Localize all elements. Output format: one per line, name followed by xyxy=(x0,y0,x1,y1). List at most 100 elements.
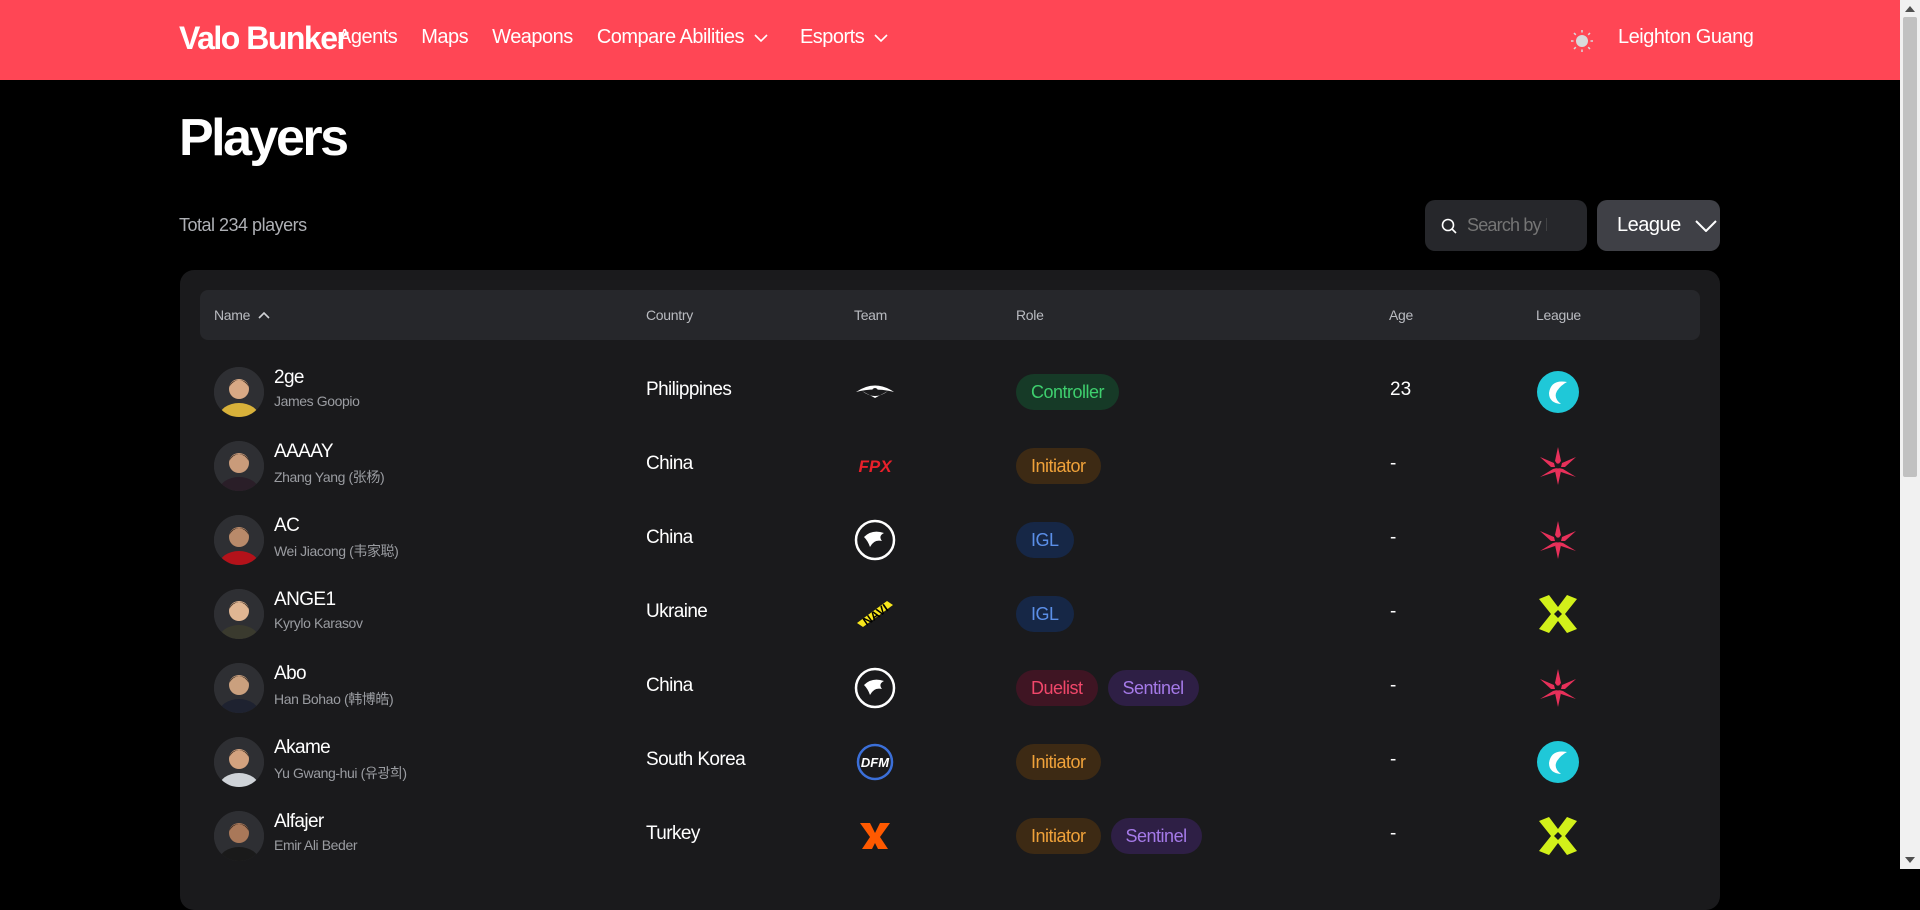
player-ign[interactable]: AC xyxy=(274,515,300,537)
player-roles: Controller xyxy=(1016,374,1120,410)
avatar xyxy=(214,589,264,639)
avatar xyxy=(214,663,264,713)
search-input[interactable] xyxy=(1465,214,1549,237)
player-age: - xyxy=(1390,823,1397,844)
table-row[interactable]: 2ge James Goopio Philippines Controller … xyxy=(180,355,1720,429)
player-roles: Initiator xyxy=(1016,448,1101,484)
player-real-name: Wei Jiacong (韦家聪) xyxy=(274,543,399,559)
emea-league-icon xyxy=(1537,815,1579,857)
league-filter-label: League xyxy=(1617,214,1681,236)
player-real-name: Kyrylo Karasov xyxy=(274,615,363,631)
nav-esports[interactable]: Esports xyxy=(800,26,888,49)
pacific-league-icon xyxy=(1537,741,1579,783)
player-ign[interactable]: AAAAY xyxy=(274,441,334,463)
dragon-logo-icon[interactable] xyxy=(854,519,896,561)
brand-logo[interactable]: Valo Bunker xyxy=(179,20,349,57)
avatar xyxy=(214,367,264,417)
nav-compare-abilities-label: Compare Abilities xyxy=(596,26,745,48)
player-roles: IGL xyxy=(1016,522,1074,558)
table-row[interactable]: Akame Yu Gwang-hui (유광희) South Korea DFM… xyxy=(180,725,1720,799)
role-badge: Initiator xyxy=(1016,818,1101,854)
top-navbar: Valo Bunker Agents Maps Weapons Compare … xyxy=(0,0,1900,80)
league-filter-dropdown[interactable]: League xyxy=(1597,200,1720,251)
chevron-down-icon xyxy=(874,33,888,42)
column-role-header[interactable]: Role xyxy=(1016,307,1044,323)
column-league-header[interactable]: League xyxy=(1536,307,1581,323)
player-roles: Duelist Sentinel xyxy=(1016,670,1199,706)
column-name-header[interactable]: Name xyxy=(214,307,270,323)
emea-league-icon xyxy=(1537,593,1579,635)
nav-compare-abilities[interactable]: Compare Abilities xyxy=(597,26,768,49)
players-table: Name Country Team Role Age League 2ge Ja… xyxy=(180,270,1720,910)
navi-logo-icon[interactable]: NAVI xyxy=(854,593,896,635)
column-name-label: Name xyxy=(214,307,251,323)
team-secret-logo-icon[interactable] xyxy=(854,371,896,413)
scrollbar-thumb[interactable] xyxy=(1903,17,1917,477)
player-country: Philippines xyxy=(646,379,732,400)
player-ign[interactable]: Alfajer xyxy=(274,811,324,833)
column-age-header[interactable]: Age xyxy=(1389,307,1413,323)
table-row[interactable]: ANGE1 Kyrylo Karasov Ukraine NAVI IGL - xyxy=(180,577,1720,651)
china-league-icon xyxy=(1537,519,1579,561)
player-ign[interactable]: Abo xyxy=(274,663,307,685)
page-title: Players xyxy=(179,109,349,167)
main-nav: Agents Maps Weapons Compare Abilities Es… xyxy=(338,26,912,49)
role-badge: Sentinel xyxy=(1107,670,1199,706)
player-roles: Initiator xyxy=(1016,744,1101,780)
table-row[interactable]: AAAAY Zhang Yang (张杨) China FPX Initiato… xyxy=(180,429,1720,503)
nav-maps[interactable]: Maps xyxy=(421,26,468,49)
svg-text:FPX: FPX xyxy=(858,457,893,476)
role-badge: Initiator xyxy=(1016,744,1101,780)
table-header: Name Country Team Role Age League xyxy=(200,290,1700,340)
role-badge: Initiator xyxy=(1016,448,1101,484)
avatar xyxy=(214,811,264,861)
china-league-icon xyxy=(1537,445,1579,487)
scroll-down-arrow-icon[interactable] xyxy=(1905,857,1915,863)
avatar xyxy=(214,737,264,787)
player-real-name: Han Bohao (韩博皓) xyxy=(274,691,394,707)
player-age: 23 xyxy=(1390,379,1412,400)
nav-esports-label: Esports xyxy=(799,26,865,48)
player-country: Turkey xyxy=(646,823,700,844)
dfm-logo-icon[interactable]: DFM xyxy=(854,741,896,783)
player-roles: Initiator Sentinel xyxy=(1016,818,1202,854)
player-country: China xyxy=(646,675,693,696)
player-ign[interactable]: ANGE1 xyxy=(274,589,336,611)
player-roles: IGL xyxy=(1016,596,1074,632)
fnatic-logo-icon[interactable] xyxy=(854,815,896,857)
role-badge: IGL xyxy=(1016,596,1074,632)
table-row[interactable]: Abo Han Bohao (韩博皓) China Duelist Sentine… xyxy=(180,651,1720,725)
table-row[interactable]: AC Wei Jiacong (韦家聪) China IGL - xyxy=(180,503,1720,577)
player-age: - xyxy=(1390,749,1397,770)
search-box xyxy=(1425,200,1587,251)
chevron-down-icon xyxy=(1695,219,1717,232)
user-menu[interactable]: Leighton Guang xyxy=(1618,26,1754,49)
player-age: - xyxy=(1390,453,1397,474)
fpx-logo-icon[interactable]: FPX xyxy=(854,445,896,487)
theme-toggle-icon[interactable] xyxy=(1570,29,1594,53)
player-real-name: Emir Ali Beder xyxy=(274,837,358,853)
column-team-header[interactable]: Team xyxy=(854,307,887,323)
player-real-name: Zhang Yang (张杨) xyxy=(274,469,385,485)
player-real-name: James Goopio xyxy=(274,393,360,409)
table-row[interactable]: Alfajer Emir Ali Beder Turkey Initiator S… xyxy=(180,799,1720,873)
nav-weapons[interactable]: Weapons xyxy=(492,26,573,49)
search-icon xyxy=(1441,218,1457,234)
avatar xyxy=(214,515,264,565)
player-age: - xyxy=(1390,675,1397,696)
total-count: Total 234 players xyxy=(179,215,307,235)
sort-ascending-icon xyxy=(258,311,270,319)
player-real-name: Yu Gwang-hui (유광희) xyxy=(274,765,407,781)
chevron-down-icon xyxy=(754,33,768,42)
player-ign[interactable]: Akame xyxy=(274,737,331,759)
player-ign[interactable]: 2ge xyxy=(274,367,305,389)
player-country: China xyxy=(646,453,693,474)
scroll-up-arrow-icon[interactable] xyxy=(1905,6,1915,12)
nav-agents[interactable]: Agents xyxy=(338,26,398,49)
column-country-header[interactable]: Country xyxy=(646,307,693,323)
role-badge: Controller xyxy=(1016,374,1120,410)
role-badge: Duelist xyxy=(1016,670,1098,706)
dragon-logo-icon[interactable] xyxy=(854,667,896,709)
avatar xyxy=(214,441,264,491)
role-badge: Sentinel xyxy=(1110,818,1202,854)
